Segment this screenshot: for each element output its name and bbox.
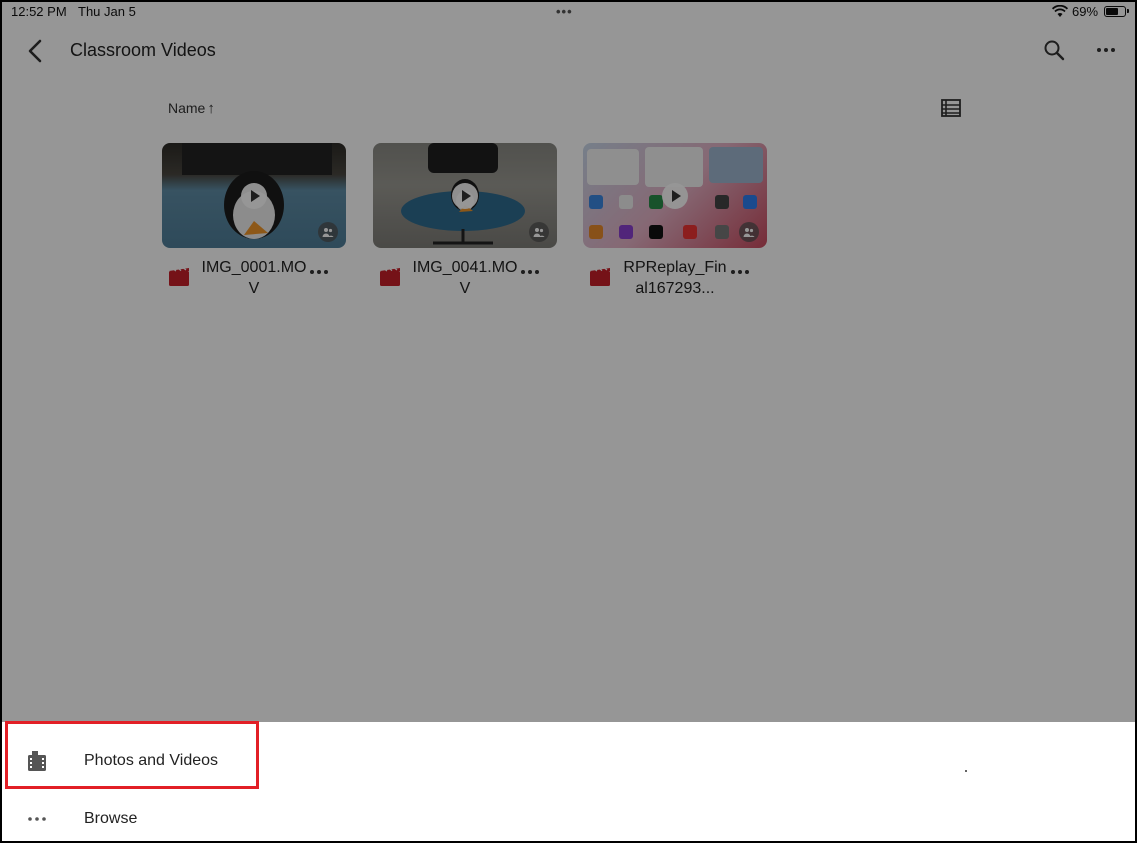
more-horizontal-icon xyxy=(28,817,46,821)
stray-dot xyxy=(965,770,967,772)
highlight-box xyxy=(5,721,259,789)
modal-dim-overlay[interactable] xyxy=(2,2,1135,722)
app-window: 12:52 PM Thu Jan 5 ••• 69% Classroom Vid… xyxy=(2,2,1135,841)
browse-label: Browse xyxy=(84,810,138,827)
browse-option[interactable]: Browse xyxy=(2,792,1135,841)
